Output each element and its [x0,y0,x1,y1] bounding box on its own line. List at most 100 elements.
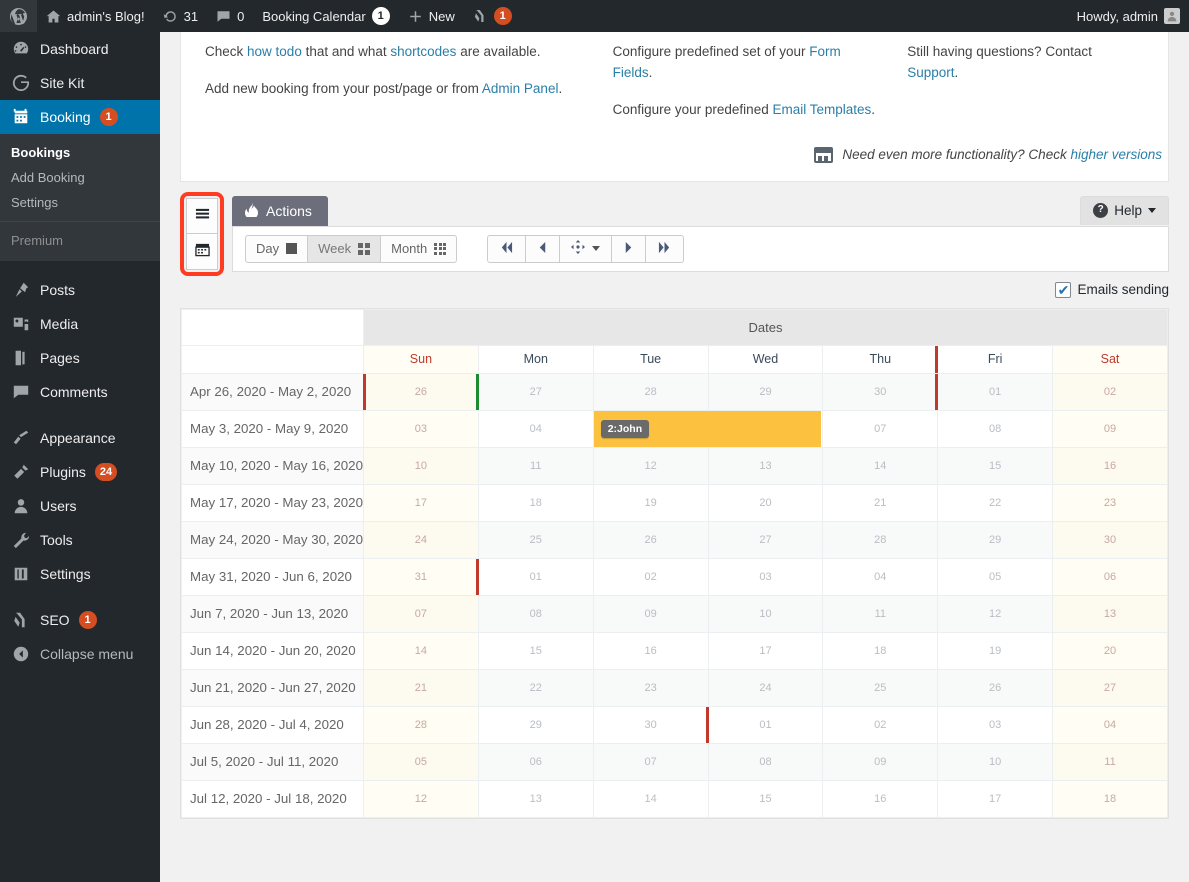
calendar-day-cell[interactable]: 03 [363,409,479,448]
wp-logo-menu[interactable] [0,0,37,32]
sidebar-item-appearance[interactable]: Appearance [0,421,160,455]
sidebar-item-posts[interactable]: Posts [0,273,160,307]
calendar-day-cell[interactable]: 08 [937,409,1054,448]
calendar-day-cell[interactable]: 06 [477,742,594,781]
calendar-day-cell[interactable]: 14 [822,446,939,485]
sidebar-item-seo[interactable]: SEO 1 [0,603,160,637]
my-account-menu[interactable]: Howdy, admin [1068,0,1189,32]
calendar-day-cell[interactable]: 07 [363,594,479,633]
sidebar-item-comments[interactable]: Comments [0,375,160,409]
calendar-day-cell[interactable]: 04 [1052,705,1168,744]
calendar-day-cell[interactable]: 04 [822,557,939,596]
calendar-day-cell[interactable]: 01 [707,705,824,744]
site-name-menu[interactable]: admin's Blog! [37,0,154,32]
help-button[interactable]: ? Help [1080,195,1169,225]
sidebar-item-users[interactable]: Users [0,489,160,523]
calendar-day-cell[interactable]: 17 [707,631,824,670]
calendar-day-cell[interactable]: 30 [1052,520,1168,559]
calendar-day-cell[interactable]: 16 [1052,446,1168,485]
week-view-button[interactable]: Week [307,234,382,263]
support-link[interactable]: Support [907,65,954,80]
calendar-day-cell[interactable]: 13 [477,779,594,818]
sidebar-item-pages[interactable]: Pages [0,341,160,375]
tab-actions[interactable]: Actions [232,195,328,227]
submenu-item-bookings[interactable]: Bookings [0,140,160,165]
calendar-day-cell[interactable]: 09 [592,594,709,633]
calendar-day-cell[interactable]: 11 [477,446,594,485]
calendar-day-cell[interactable]: 09 [1052,409,1168,448]
month-view-button[interactable]: Month [380,234,458,263]
calendar-day-cell[interactable]: 13 [707,446,824,485]
nav-last-button[interactable] [645,234,685,263]
calendar-day-cell[interactable]: 09 [822,742,939,781]
shortcodes-link[interactable]: shortcodes [390,44,456,59]
calendar-day-cell[interactable]: 30 [592,705,709,744]
calendar-day-cell[interactable]: 29 [937,520,1054,559]
submenu-item-settings[interactable]: Settings [0,190,160,215]
booking-label[interactable]: 2:John [600,419,650,438]
email-templates-link[interactable]: Email Templates [772,102,871,117]
calendar-day-cell[interactable]: 15 [937,446,1054,485]
calendar-view-button[interactable] [186,233,218,270]
calendar-day-cell[interactable]: 27 [1052,668,1168,707]
calendar-day-cell[interactable]: 25 [477,520,594,559]
calendar-day-cell[interactable]: 20 [707,483,824,522]
calendar-day-cell[interactable]: 20 [1052,631,1168,670]
how-todo-link[interactable]: how todo [247,44,302,59]
calendar-day-cell[interactable]: 28 [592,372,709,411]
calendar-day-cell[interactable]: 01 [937,372,1054,411]
calendar-day-cell[interactable]: 12 [363,779,479,818]
calendar-day-cell[interactable]: 06 [1052,557,1168,596]
calendar-day-cell[interactable]: 11 [822,594,939,633]
calendar-day-cell[interactable]: 24 [363,520,479,559]
sidebar-item-booking[interactable]: Booking 1 [0,100,168,134]
calendar-day-cell[interactable]: 27 [477,372,594,411]
sidebar-item-dashboard[interactable]: Dashboard [0,32,160,66]
calendar-day-cell[interactable]: 15 [477,631,594,670]
calendar-day-cell[interactable]: 16 [592,631,709,670]
calendar-day-cell[interactable]: 28 [363,705,479,744]
admin-panel-link[interactable]: Admin Panel [482,81,559,96]
calendar-day-cell[interactable]: 05 [937,557,1054,596]
day-view-button[interactable]: Day [245,234,309,263]
booking-bar[interactable]: 2:John [593,410,822,447]
calendar-day-cell[interactable]: 01 [477,557,594,596]
comments-menu[interactable]: 0 [207,0,253,32]
higher-versions-link[interactable]: higher versions [1070,147,1162,162]
calendar-day-cell[interactable]: 27 [707,520,824,559]
calendar-day-cell[interactable]: 12 [937,594,1054,633]
calendar-day-cell[interactable]: 19 [592,483,709,522]
calendar-day-cell[interactable]: 03 [707,557,824,596]
calendar-day-cell[interactable]: 04 [477,409,594,448]
updates-menu[interactable]: 31 [154,0,207,32]
calendar-day-cell[interactable]: 29 [477,705,594,744]
calendar-day-cell[interactable]: 31 [363,557,479,596]
calendar-day-cell[interactable]: 18 [1052,779,1168,818]
calendar-day-cell[interactable]: 07 [822,409,939,448]
calendar-day-cell[interactable]: 03 [937,705,1054,744]
calendar-day-cell[interactable]: 08 [477,594,594,633]
calendar-day-cell[interactable]: 02 [1052,372,1168,411]
nav-today-button[interactable] [559,234,613,263]
calendar-day-cell[interactable]: 07 [592,742,709,781]
calendar-day-cell[interactable]: 11 [1052,742,1168,781]
calendar-day-cell[interactable]: 22 [937,483,1054,522]
sidebar-item-media[interactable]: Media [0,307,160,341]
list-view-button[interactable] [186,197,218,234]
calendar-day-cell[interactable]: 23 [1052,483,1168,522]
seo-menu[interactable]: 1 [464,0,521,32]
sidebar-item-plugins[interactable]: Plugins 24 [0,455,160,489]
calendar-day-cell[interactable]: 08 [707,742,824,781]
calendar-day-cell[interactable]: 10 [707,594,824,633]
calendar-day-cell[interactable]: 19 [937,631,1054,670]
nav-prev-button[interactable] [525,234,561,263]
calendar-day-cell[interactable]: 16 [822,779,939,818]
calendar-day-cell[interactable]: 13 [1052,594,1168,633]
sidebar-item-settings[interactable]: Settings [0,557,160,591]
booking-calendar-menu[interactable]: Booking Calendar 1 [253,0,398,32]
calendar-day-cell[interactable]: 02 [822,705,939,744]
calendar-day-cell[interactable]: 29 [707,372,824,411]
calendar-day-cell[interactable]: 05 [363,742,479,781]
calendar-day-cell[interactable]: 25 [822,668,939,707]
emails-sending-checkbox[interactable]: ✔ [1055,281,1072,298]
